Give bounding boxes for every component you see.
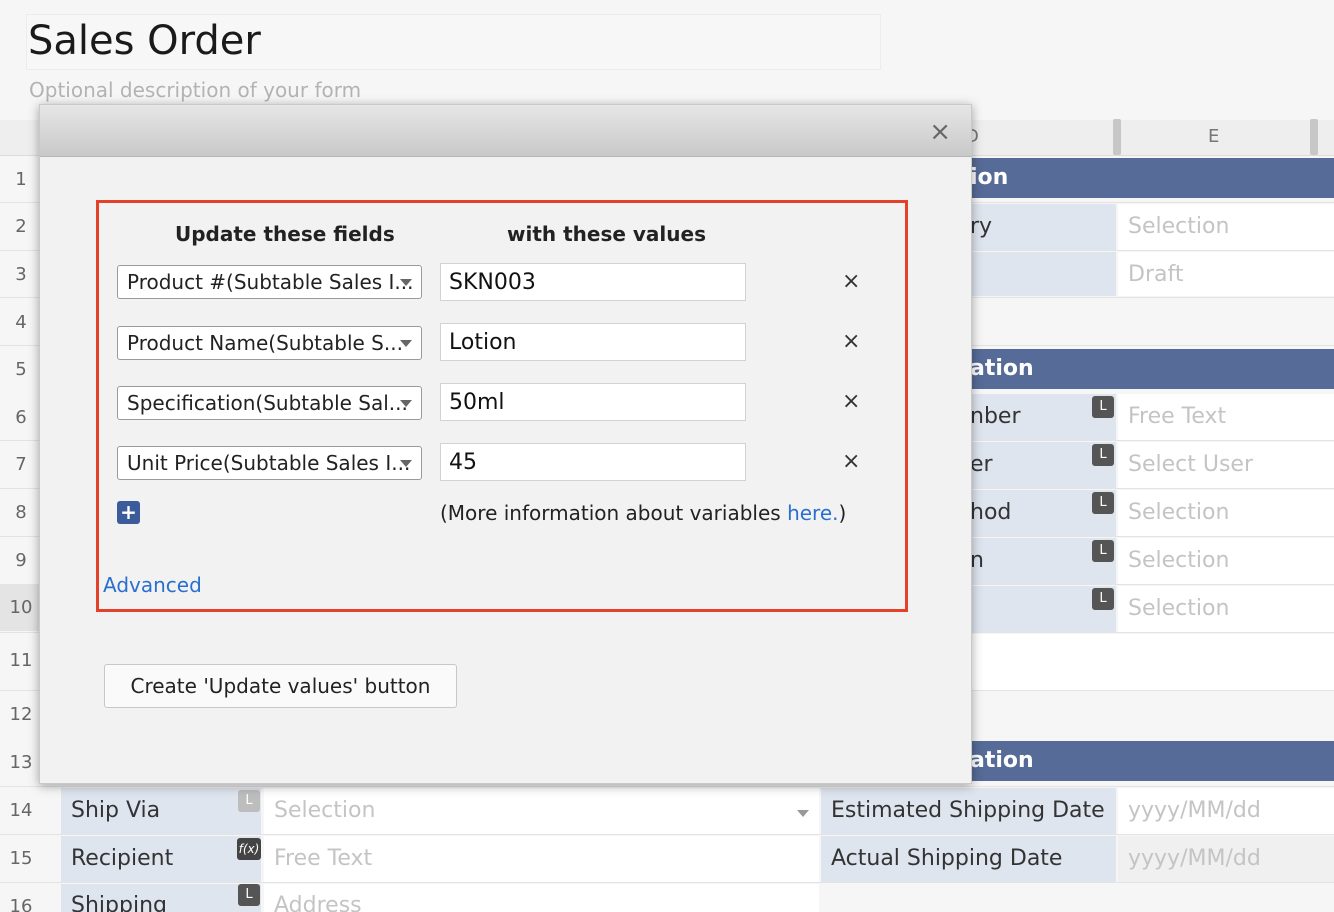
column-resize-handle[interactable] xyxy=(1310,119,1318,155)
chevron-down-icon xyxy=(400,460,412,467)
chevron-down-icon xyxy=(400,340,412,347)
row-number: 3 xyxy=(15,264,27,285)
chevron-down-icon xyxy=(400,279,412,286)
empty-cell[interactable] xyxy=(960,634,1334,690)
column-letter-e: E xyxy=(1208,126,1220,147)
field-select[interactable]: Product Name(Subtable S... xyxy=(117,326,422,360)
row-number: 13 xyxy=(9,752,33,773)
row-number: 11 xyxy=(9,650,33,671)
field-value[interactable]: Draft xyxy=(1118,252,1334,296)
field-select[interactable]: Product #(Subtable Sales I... xyxy=(117,265,422,299)
field-select-label: Product #(Subtable Sales I... xyxy=(127,270,414,294)
row-number: 6 xyxy=(15,407,27,428)
field-value[interactable]: Selection xyxy=(1118,204,1334,250)
field-label-ship-via[interactable]: Ship Via xyxy=(61,788,261,834)
variables-info-suffix: ) xyxy=(838,501,847,525)
field-select-label: Unit Price(Subtable Sales I... xyxy=(127,451,411,475)
close-icon[interactable]: × xyxy=(929,119,951,145)
variables-info-prefix: (More information about variables xyxy=(440,501,788,525)
row-number: 16 xyxy=(9,896,33,912)
remove-row-icon[interactable]: × xyxy=(842,389,860,414)
form-title[interactable]: Sales Order xyxy=(28,18,261,64)
grid-line xyxy=(0,786,1334,787)
field-value[interactable]: Selection xyxy=(1118,586,1334,632)
field-label-estimated-shipping-date[interactable]: Estimated Shipping Date xyxy=(821,788,1116,834)
remove-row-icon[interactable]: × xyxy=(842,449,860,474)
add-row-button[interactable]: + xyxy=(117,501,140,524)
column-header-fields: Update these fields xyxy=(175,222,395,246)
lookup-badge: L xyxy=(1092,492,1114,514)
row-number: 10 xyxy=(9,597,33,618)
ship-via-select[interactable]: Selection xyxy=(264,788,819,834)
lookup-badge: L xyxy=(1092,540,1114,562)
remove-row-icon[interactable]: × xyxy=(842,269,860,294)
lookup-badge: L xyxy=(1092,444,1114,466)
row-number: 2 xyxy=(15,216,27,237)
field-value[interactable]: Selection xyxy=(1118,538,1334,584)
grid-line xyxy=(0,882,1334,883)
column-resize-handle[interactable] xyxy=(1113,119,1121,155)
column-header-values: with these values xyxy=(507,222,706,246)
value-input[interactable]: Lotion xyxy=(440,323,746,361)
remove-row-icon[interactable]: × xyxy=(842,329,860,354)
form-description[interactable]: Optional description of your form xyxy=(29,78,361,102)
field-select-label: Product Name(Subtable S... xyxy=(127,331,403,355)
shipping-address-input[interactable]: Address xyxy=(264,884,819,912)
field-value[interactable]: Selection xyxy=(1118,490,1334,536)
value-input[interactable]: SKN003 xyxy=(440,263,746,301)
row-number: 15 xyxy=(9,848,33,869)
field-select-label: Specification(Subtable Sal... xyxy=(127,391,408,415)
formula-icon: f(x) xyxy=(237,838,261,860)
field-label[interactable] xyxy=(960,252,1116,296)
lookup-badge: L xyxy=(238,884,260,906)
field-label-shipping-address[interactable]: Shipping Address xyxy=(61,884,261,912)
grid-line xyxy=(0,834,1334,835)
actual-shipping-date-input[interactable]: yyyy/MM/dd xyxy=(1118,836,1334,882)
recipient-input[interactable]: Free Text xyxy=(264,836,819,882)
lookup-badge: L xyxy=(1092,396,1114,418)
field-label-actual-shipping-date[interactable]: Actual Shipping Date xyxy=(821,836,1116,882)
field-value[interactable]: Free Text xyxy=(1118,394,1334,440)
value-input[interactable]: 50ml xyxy=(440,383,746,421)
update-values-dialog: × Update these fields with these values … xyxy=(39,104,972,784)
value-input[interactable]: 45 xyxy=(440,443,746,481)
estimated-shipping-date-input[interactable]: yyyy/MM/dd xyxy=(1118,788,1334,834)
field-select[interactable]: Specification(Subtable Sal... xyxy=(117,386,422,420)
variables-info: (More information about variables here.) xyxy=(440,501,846,525)
field-select[interactable]: Unit Price(Subtable Sales I... xyxy=(117,446,422,480)
lookup-badge: L xyxy=(1092,588,1114,610)
row-number: 1 xyxy=(15,169,27,190)
row-number: 14 xyxy=(9,800,33,821)
chevron-down-icon[interactable] xyxy=(797,810,809,817)
create-update-values-button[interactable]: Create 'Update values' button xyxy=(104,664,457,708)
row-number: 5 xyxy=(15,359,27,380)
row-number: 7 xyxy=(15,454,27,475)
row-number: 4 xyxy=(15,312,27,333)
chevron-down-icon xyxy=(400,400,412,407)
field-label-recipient[interactable]: Recipient xyxy=(61,836,261,882)
field-value[interactable]: Select User xyxy=(1118,442,1334,488)
dialog-header[interactable]: × xyxy=(40,105,971,157)
field-label[interactable]: ry xyxy=(960,204,1116,250)
row-number: 9 xyxy=(15,550,27,571)
variables-info-link[interactable]: here. xyxy=(787,501,838,525)
row-number: 8 xyxy=(15,502,27,523)
row-number: 12 xyxy=(9,704,33,725)
advanced-link[interactable]: Advanced xyxy=(103,573,202,597)
lookup-badge: L xyxy=(238,790,260,812)
